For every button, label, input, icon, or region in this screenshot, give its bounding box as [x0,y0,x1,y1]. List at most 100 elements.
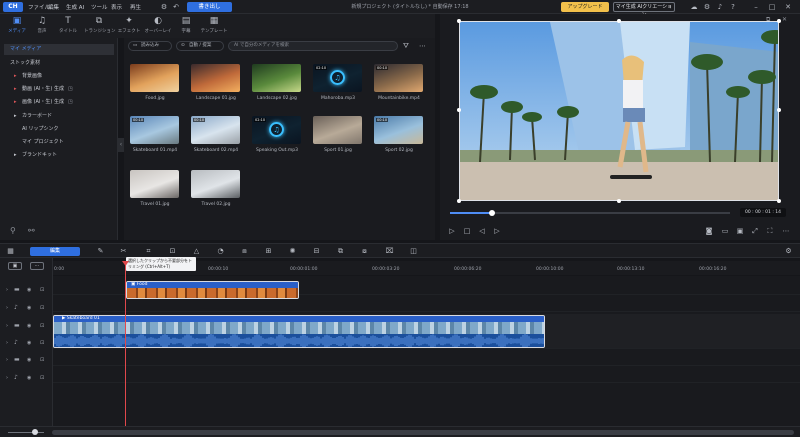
auto-suggest-button[interactable]: ⊙ 自動 / 提案 [176,41,224,51]
visibility-icon[interactable]: ◉ [27,375,31,381]
audio-track-icon[interactable]: ♪ [14,340,18,346]
tab-title[interactable]: T タイトル [53,16,83,37]
help-icon[interactable]: ? [729,3,737,11]
menu-view[interactable]: 表示 [111,3,122,11]
prev-frame-icon[interactable]: ◁ [477,227,487,235]
tab-template[interactable]: ▦ テンプレート [199,16,229,37]
import-button[interactable]: ▭ 読み込み [128,41,172,51]
search-input[interactable]: AI で自分のメディアを検索 [228,41,398,51]
media-thumbnail[interactable] [252,64,301,92]
sidebar-item-ai-video[interactable]: ▸ 動画 (AI・生) 生成 ◳ [4,84,114,95]
media-thumbnail[interactable] [130,64,179,92]
crop-icon[interactable]: ⊡ [168,247,177,256]
timeline-settings-icon[interactable]: ⚙ [784,247,793,256]
trim-icon[interactable]: ⌗ [144,247,153,256]
ai-tools-icon[interactable]: ⧇ [360,247,369,256]
cloud-icon[interactable]: ☁ [690,3,698,11]
preview-video[interactable] [459,21,779,201]
expand-track-icon[interactable]: › [6,305,8,311]
video-track-icon[interactable]: ▬ [14,287,20,293]
keyframe-icon[interactable]: ⊞ [264,247,273,256]
close-icon[interactable]: ✕ [782,16,787,23]
track-manager-icon[interactable]: ▣ [8,262,22,270]
visibility-icon[interactable]: ◉ [27,340,31,346]
quality-icon[interactable]: ▣ [735,227,745,235]
zoom-knob[interactable] [32,429,38,435]
resize-handle[interactable] [777,19,781,23]
lock-icon[interactable]: ⊡ [40,323,44,329]
timeline-clip-skateboard[interactable]: ▶ Skateboard 01 [53,315,545,348]
sidebar-item-my-project[interactable]: マイ プロジェクト [4,137,114,148]
media-thumbnail[interactable] [191,170,240,198]
resize-handle[interactable] [777,199,781,203]
expand-track-icon[interactable]: › [6,323,8,329]
tag-icon[interactable]: ◫ [409,247,418,256]
color-icon[interactable]: ✺ [288,247,297,256]
scrubber-knob[interactable] [489,210,495,216]
media-thumbnail[interactable] [191,64,240,92]
more-icon[interactable]: ⋯ [781,227,791,235]
audio-track-icon[interactable]: ♪ [14,305,18,311]
link-icon[interactable]: ⚲ [10,226,16,235]
timeline-clip-food[interactable]: ▣ Food [126,281,299,299]
undo-icon[interactable]: ↶ [172,3,180,11]
preview-scrubber[interactable] [450,210,730,216]
lock-icon[interactable]: ⊡ [40,357,44,363]
resize-handle[interactable] [617,199,621,203]
media-thumbnail[interactable] [313,116,362,144]
resize-handle[interactable] [457,199,461,203]
next-frame-icon[interactable]: ▷ [492,227,502,235]
video-track-icon[interactable]: ▬ [14,357,20,363]
settings-icon[interactable]: ⚙ [160,3,168,11]
zoom-slider[interactable] [8,432,44,433]
visibility-icon[interactable]: ◉ [27,305,31,311]
tab-transition[interactable]: ⧉ トランジション [84,16,116,37]
fix-icon[interactable]: △ [192,247,201,256]
media-thumbnail[interactable]: ♫ 02:10 [313,64,362,92]
resize-handle[interactable] [457,108,461,112]
ai-creations-button[interactable]: マイ生成 AIクリエーション [613,2,675,18]
tab-overlay[interactable]: ◐ オーバーレイ [143,16,173,37]
sidebar-item-stock[interactable]: ストック素材 [4,58,114,69]
maximize-icon[interactable]: □ [768,3,776,11]
video-track-icon[interactable]: ▬ [14,323,20,329]
stop-icon[interactable]: □ [462,227,472,235]
media-thumbnail[interactable]: ♫ 02:10 [252,116,301,144]
media-thumbnail[interactable]: 00:10 [374,116,423,144]
audio-edit-icon[interactable]: ⊟ [312,247,321,256]
subtitle-icon[interactable]: ⧉ [336,247,345,256]
gear-icon[interactable]: ⚙ [703,3,711,11]
media-thumbnail[interactable]: 00:10 [191,116,240,144]
menu-edit[interactable]: 編集 [48,3,59,11]
menu-tools[interactable]: ツール [91,3,108,11]
playhead-line[interactable] [125,261,126,426]
split-icon[interactable]: ✂ [119,247,128,256]
sidebar-item-ai-image[interactable]: ▸ 画像 (AI・生) 生成 ◳ [4,97,114,108]
sidebar-item-lipsync[interactable]: AI リップシンク [4,124,114,135]
multi-icon[interactable]: ⧈ [240,247,249,256]
edit-button[interactable]: 編集 [30,247,80,256]
menu-playback[interactable]: 再生 [130,3,141,11]
lock-icon[interactable]: ⊡ [40,375,44,381]
resize-handle[interactable] [777,108,781,112]
close-icon[interactable]: ✕ [784,3,792,11]
timeline-scrollbar[interactable] [52,430,794,435]
expand-icon[interactable]: ⤢ [750,227,760,236]
resize-handle[interactable] [617,19,621,23]
sidebar-item-background[interactable]: ▸ 背景画像 [4,71,114,82]
pen-icon[interactable]: ✎ [96,247,105,256]
minimize-icon[interactable]: – [752,3,760,11]
fullscreen-icon[interactable]: ⛶ [765,227,775,236]
visibility-icon[interactable]: ◉ [27,287,31,293]
trash-icon[interactable]: ⌧ [385,247,394,256]
menu-file[interactable]: ファイル [28,3,50,11]
visibility-icon[interactable]: ◉ [27,357,31,363]
play-icon[interactable]: ▷ [447,227,457,235]
tab-caption[interactable]: ▤ 字幕 [171,16,201,37]
speed-icon[interactable]: ◔ [216,247,225,256]
export-button[interactable]: 書き出し [187,2,232,12]
unlink-icon[interactable]: ⚯ [28,226,35,235]
sidebar-item-my-media[interactable]: マイ メディア [4,44,114,55]
expand-track-icon[interactable]: › [6,375,8,381]
media-thumbnail[interactable]: 00:10 [374,64,423,92]
